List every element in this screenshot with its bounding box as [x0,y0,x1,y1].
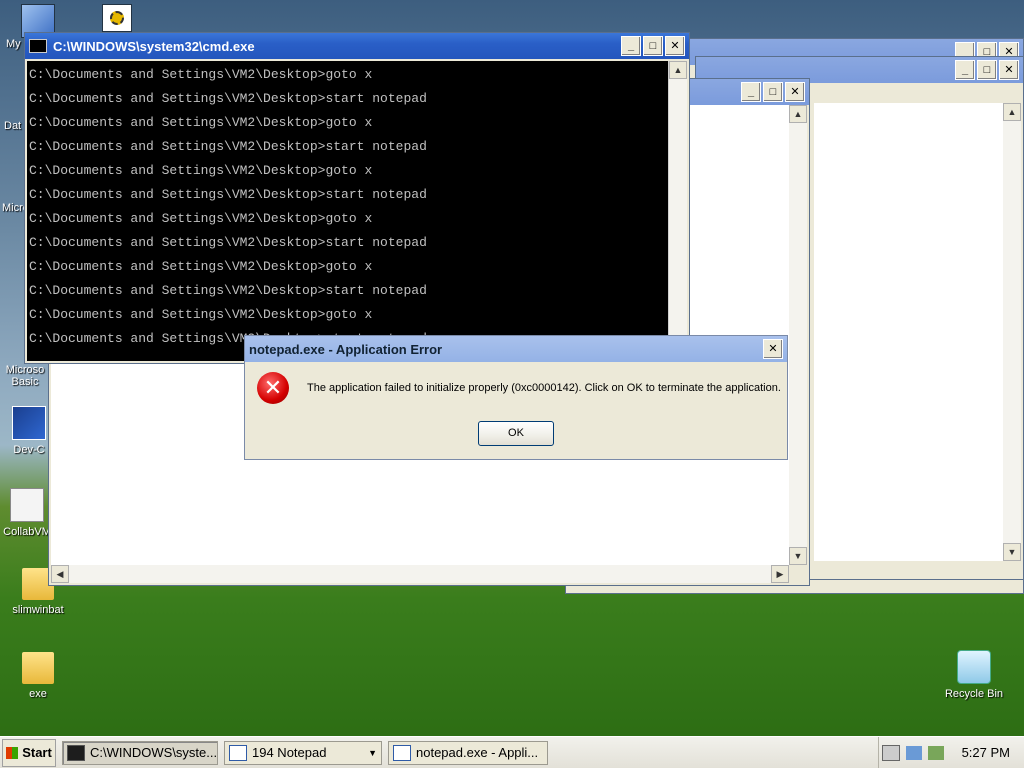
maximize-icon[interactable]: □ [763,82,783,102]
desktop-icon-label: Recycle Bin [944,688,1004,700]
desktop-icon-microsoft-basic[interactable]: Microso Basic [2,364,48,388]
dev-icon [12,406,46,440]
scroll-right-arrow-icon[interactable]: ▶ [771,565,789,583]
cmd-window[interactable]: C:\WINDOWS\system32\cmd.exe _ □ ✕ C:\Doc… [24,32,690,364]
dialog-titlebar[interactable]: notepad.exe - Application Error ✕ [245,336,787,362]
start-label: Start [22,745,52,760]
desktop-icon-database[interactable]: Dat [4,120,21,132]
system-tray: 5:27 PM [878,737,1024,768]
application-error-dialog[interactable]: notepad.exe - Application Error ✕ ✕ The … [244,335,788,460]
desktop-icon-recycle-bin[interactable]: Recycle Bin [936,650,1012,700]
vertical-scrollbar[interactable]: ▲ ▼ [1003,103,1021,561]
folder-icon [22,652,54,684]
keyboard-icon[interactable] [881,744,900,761]
console-line: C:\Documents and Settings\VM2\Desktop>go… [29,163,373,178]
recycle-bin-icon [957,650,991,684]
cmd-icon [29,39,47,53]
scroll-down-arrow-icon[interactable]: ▼ [789,547,807,565]
taskbar-button-notepad-group[interactable]: 194 Notepad ▼ [224,740,382,765]
console-output[interactable]: C:\Documents and Settings\VM2\Desktop>go… [27,61,669,361]
chevron-down-icon: ▼ [368,747,377,758]
clock[interactable]: 5:27 PM [962,745,1010,760]
windows-logo-icon [6,746,19,759]
console-line: C:\Documents and Settings\VM2\Desktop>go… [29,307,373,322]
minimize-icon[interactable]: _ [955,60,975,80]
start-button[interactable]: Start [2,738,56,767]
error-message: The application failed to initialize pro… [307,382,781,394]
speaker-icon[interactable] [927,745,944,760]
close-icon[interactable]: ✕ [763,339,783,359]
ok-button[interactable]: OK [478,421,554,446]
desktop-icon-label: slimwinbat [12,604,64,616]
console-line: C:\Documents and Settings\VM2\Desktop>go… [29,115,373,130]
desktop-icon-label: CollabVM [3,526,51,538]
cmd-icon [67,744,85,761]
close-icon[interactable]: ✕ [665,36,685,56]
console-line: C:\Documents and Settings\VM2\Desktop>st… [29,235,427,250]
desktop-icon-label: exe [29,688,47,700]
cmd-titlebar[interactable]: C:\WINDOWS\system32\cmd.exe _ □ ✕ [25,33,689,59]
horizontal-scrollbar[interactable]: ◀ ▶ [51,565,789,583]
notepad-icon [229,744,247,761]
console-line: C:\Documents and Settings\VM2\Desktop>st… [29,283,427,298]
close-icon[interactable]: ✕ [999,60,1019,80]
scroll-down-arrow-icon[interactable]: ▼ [1003,543,1021,561]
scroll-up-arrow-icon[interactable]: ▲ [789,105,807,123]
vertical-scrollbar[interactable]: ▲ ▼ [789,105,807,565]
scroll-left-arrow-icon[interactable]: ◀ [51,565,69,583]
vertical-scrollbar[interactable]: ▲ [668,61,687,361]
taskbar-button-label: 194 Notepad [252,745,327,760]
maximize-icon[interactable]: □ [643,36,663,56]
scroll-up-arrow-icon[interactable]: ▲ [1003,103,1021,121]
taskbar-button-label: C:\WINDOWS\syste... [90,745,218,760]
desktop-icon-exe[interactable]: exe [0,652,76,700]
window-icon [393,744,411,761]
settings-icon[interactable] [102,4,132,32]
desktop-icon-label: Dat [4,120,22,132]
taskbar-button-label: notepad.exe - Appli... [416,745,539,760]
error-icon: ✕ [257,372,289,404]
desktop-icon-label: Microso Basic [5,364,45,388]
dialog-title: notepad.exe - Application Error [249,341,443,357]
minimize-icon[interactable]: _ [741,82,761,102]
console-line: C:\Documents and Settings\VM2\Desktop>go… [29,67,373,82]
close-icon[interactable]: ✕ [785,82,805,102]
maximize-icon[interactable]: □ [977,60,997,80]
console-line: C:\Documents and Settings\VM2\Desktop>go… [29,259,373,274]
notepad-text-area[interactable] [814,103,1003,561]
collab-icon [10,488,44,522]
taskbar: Start C:\WINDOWS\syste... 194 Notepad ▼ … [0,736,1024,768]
desktop-icon-label: Dev-C [13,444,45,456]
scroll-up-arrow-icon[interactable]: ▲ [669,61,687,79]
console-line: C:\Documents and Settings\VM2\Desktop>go… [29,211,373,226]
desktop-icon-label: My [6,38,21,50]
console-line: C:\Documents and Settings\VM2\Desktop>st… [29,187,427,202]
minimize-icon[interactable]: _ [621,36,641,56]
taskbar-button-error-dialog[interactable]: notepad.exe - Appli... [388,740,548,765]
network-icon[interactable] [905,745,922,760]
taskbar-button-cmd[interactable]: C:\WINDOWS\syste... [62,740,218,765]
window-title: C:\WINDOWS\system32\cmd.exe [53,38,255,54]
console-line: C:\Documents and Settings\VM2\Desktop>st… [29,91,427,106]
console-line: C:\Documents and Settings\VM2\Desktop>st… [29,139,427,154]
